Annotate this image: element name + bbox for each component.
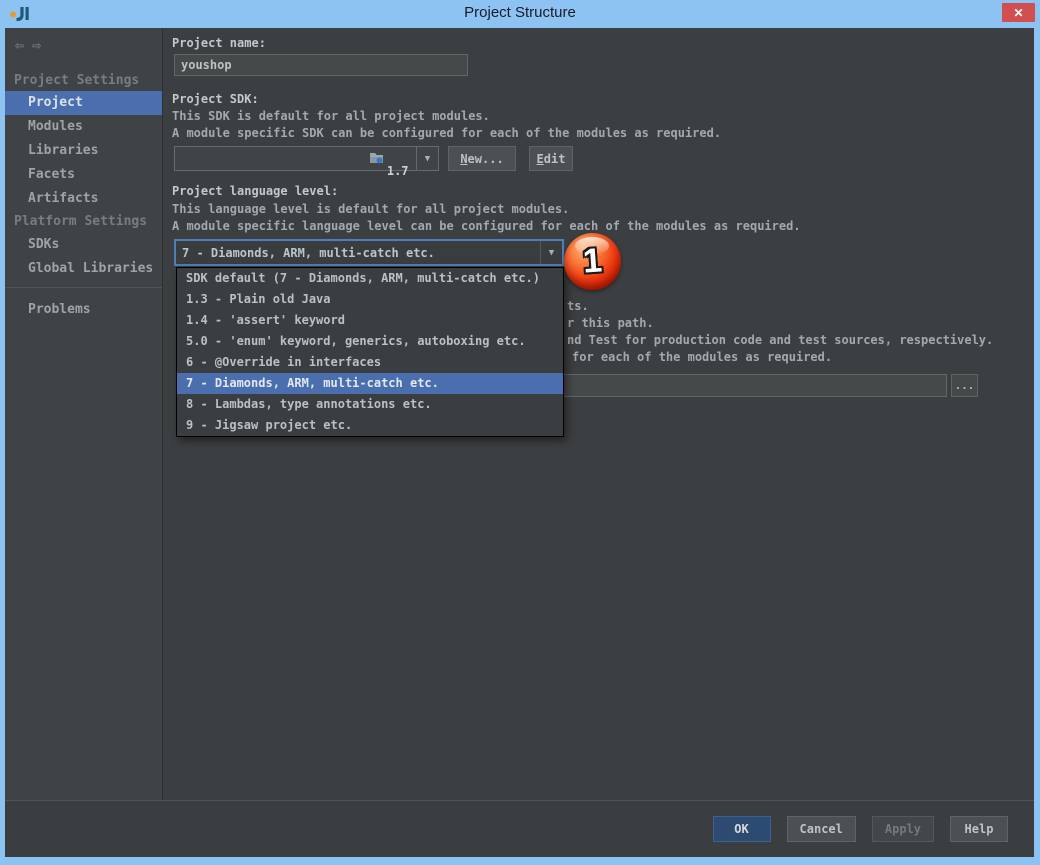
browse-button[interactable]: ... — [951, 374, 978, 397]
language-combo-value: 7 - Diamonds, ARM, multi-catch etc. — [176, 246, 540, 260]
sidebar-divider — [5, 287, 162, 288]
language-desc-line2: A module specific language level can be … — [172, 219, 801, 233]
sidebar-item-artifacts[interactable]: Artifacts — [5, 187, 162, 211]
compiler-output-fragment-3: nd Test for production code and test sou… — [567, 333, 993, 347]
dropdown-item-6[interactable]: 6 - @Override in interfaces — [177, 352, 563, 373]
sidebar-header-platform-settings: Platform Settings — [5, 211, 162, 233]
sidebar-header-project-settings: Project Settings — [5, 71, 162, 91]
compiler-output-fragment-1: ts. — [567, 299, 589, 313]
sdk-desc-line1: This SDK is default for all project modu… — [172, 109, 490, 123]
apply-button[interactable]: Apply — [872, 816, 934, 842]
sdk-combo-arrow-icon[interactable]: ▼ — [416, 147, 438, 170]
annotation-badge: 1 — [564, 233, 621, 290]
sdk-combo[interactable]: 1.7 (java version "1.7.0_21") ▼ — [174, 146, 439, 171]
sidebar: ⇦⇨ Project Settings Project Modules Libr… — [5, 28, 163, 800]
sidebar-item-global-libraries[interactable]: Global Libraries — [5, 257, 162, 281]
titlebar: Project Structure ✕ — [0, 0, 1040, 28]
dropdown-item-5-0[interactable]: 5.0 - 'enum' keyword, generics, autoboxi… — [177, 331, 563, 352]
language-level-label: Project language level: — [172, 184, 338, 198]
sidebar-item-problems[interactable]: Problems — [5, 298, 162, 322]
project-name-input[interactable] — [174, 54, 468, 76]
dropdown-item-7-selected[interactable]: 7 - Diamonds, ARM, multi-catch etc. — [177, 373, 563, 394]
language-combo-arrow-icon[interactable]: ▼ — [540, 241, 562, 264]
sidebar-item-facets[interactable]: Facets — [5, 163, 162, 187]
ok-button[interactable]: OK — [713, 816, 771, 842]
language-level-dropdown: SDK default (7 - Diamonds, ARM, multi-ca… — [176, 267, 564, 437]
project-structure-window: Project Structure ✕ ⇦⇨ Project Settings … — [0, 0, 1040, 865]
sidebar-item-modules[interactable]: Modules — [5, 115, 162, 139]
close-icon[interactable]: ✕ — [1002, 3, 1035, 22]
dropdown-item-1-4[interactable]: 1.4 - 'assert' keyword — [177, 310, 563, 331]
forward-arrow-icon[interactable]: ⇨ — [32, 36, 49, 54]
compiler-output-fragment-2: r this path. — [567, 316, 654, 330]
project-sdk-label: Project SDK: — [172, 92, 259, 106]
sdk-combo-detail: (java version "1.7.0_21") — [409, 164, 416, 178]
sdk-new-button[interactable]: New... — [448, 146, 516, 171]
compiler-output-fragment-4: for each of the modules as required. — [572, 350, 832, 364]
dropdown-item-1-3[interactable]: 1.3 - Plain old Java — [177, 289, 563, 310]
sdk-edit-button[interactable]: Edit — [529, 146, 573, 171]
footer-bar: OK Cancel Apply Help — [5, 800, 1034, 857]
sdk-combo-version: 1.7 — [387, 164, 409, 178]
sdk-folder-icon — [268, 137, 384, 181]
language-level-combo[interactable]: 7 - Diamonds, ARM, multi-catch etc. ▼ — [174, 239, 564, 266]
sidebar-item-project[interactable]: Project — [5, 91, 162, 115]
sidebar-item-sdks[interactable]: SDKs — [5, 233, 162, 257]
window-title: Project Structure — [0, 4, 1040, 21]
project-name-label: Project name: — [172, 36, 266, 50]
dropdown-item-9[interactable]: 9 - Jigsaw project etc. — [177, 415, 563, 436]
dropdown-item-8[interactable]: 8 - Lambdas, type annotations etc. — [177, 394, 563, 415]
help-button[interactable]: Help — [950, 816, 1008, 842]
back-arrow-icon[interactable]: ⇦ — [15, 36, 32, 54]
main-panel: Project name: Project SDK: This SDK is d… — [163, 28, 1034, 800]
sidebar-item-libraries[interactable]: Libraries — [5, 139, 162, 163]
cancel-button[interactable]: Cancel — [787, 816, 856, 842]
dropdown-item-sdk-default[interactable]: SDK default (7 - Diamonds, ARM, multi-ca… — [177, 268, 563, 289]
language-desc-line1: This language level is default for all p… — [172, 202, 569, 216]
annotation-badge-number: 1 — [582, 241, 604, 281]
